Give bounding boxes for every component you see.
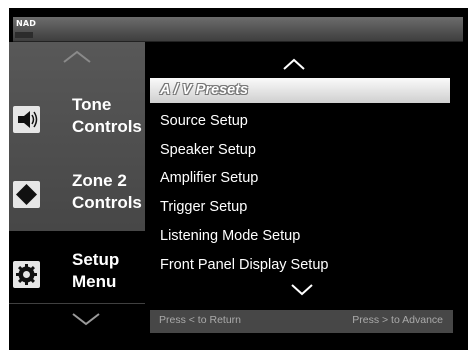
sidebar-item-setup-menu[interactable]: Setup Menu <box>9 231 146 303</box>
brand-logo: NAD <box>16 19 37 28</box>
speaker-icon <box>13 106 40 133</box>
return-hint: Press < to Return <box>159 314 241 326</box>
sidebar-item-zone-2-controls[interactable]: Zone 2 Controls <box>9 157 145 233</box>
footer-hint-bar: Press < to Return Press > to Advance <box>150 310 453 333</box>
sidebar-label: Zone 2 Controls <box>72 171 142 212</box>
sidebar-item-tone-controls[interactable]: Tone Controls <box>9 80 145 156</box>
diamond-icon <box>13 181 40 208</box>
sidebar-scroll-up-arrow[interactable] <box>9 49 145 65</box>
menu-item-av-presets[interactable]: A / V Presets <box>150 78 450 103</box>
title-bar: NAD <box>13 17 463 42</box>
menu-item-front-panel-display-setup[interactable]: Front Panel Display Setup <box>150 253 450 278</box>
menu-item-source-setup[interactable]: Source Setup <box>150 109 450 134</box>
gear-icon <box>13 261 40 288</box>
menu-scroll-up-arrow[interactable] <box>282 56 306 70</box>
sidebar-scroll-down-arrow[interactable] <box>9 311 145 327</box>
advance-hint: Press > to Advance <box>352 314 443 326</box>
menu-item-trigger-setup[interactable]: Trigger Setup <box>150 195 450 220</box>
menu-item-amplifier-setup[interactable]: Amplifier Setup <box>150 166 450 191</box>
menu-item-speaker-setup[interactable]: Speaker Setup <box>150 138 450 163</box>
sidebar-label: Tone Controls <box>72 95 142 136</box>
menu-scroll-down-arrow[interactable] <box>290 282 314 296</box>
sidebar-label: Setup Menu <box>72 250 120 291</box>
menu-item-listening-mode-setup[interactable]: Listening Mode Setup <box>150 224 450 249</box>
brand-bar <box>15 32 33 38</box>
